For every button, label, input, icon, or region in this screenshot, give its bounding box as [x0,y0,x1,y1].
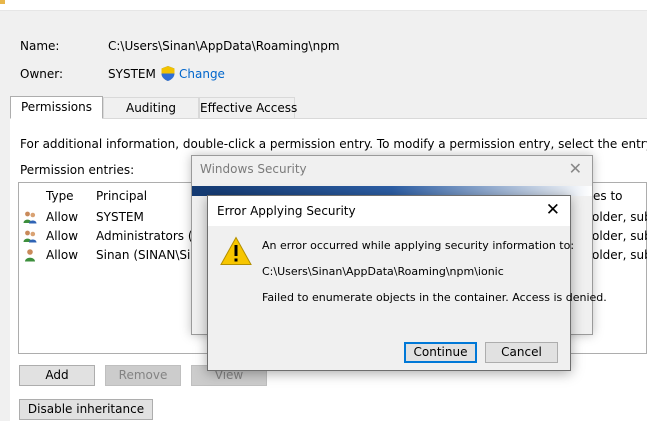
owner-label: Owner: [20,67,64,81]
column-header-applies-to[interactable]: es to [593,189,623,203]
close-icon[interactable]: ✕ [569,159,582,178]
tab-permissions[interactable]: Permissions [10,96,103,119]
tabs-divider [10,118,647,119]
row-principal: Administrators (SI [96,229,204,243]
user-icon [25,249,35,262]
error-dialog: Error Applying Security ✕ An error occur… [207,195,607,371]
add-button[interactable]: Add [19,365,95,386]
close-icon[interactable]: ✕ [546,200,560,220]
tab-auditing[interactable]: Auditing [103,97,199,118]
row-applies-to: older, subfo [592,229,647,243]
user-group-icon [23,230,37,243]
remove-button[interactable]: Remove [105,365,181,386]
user-group-icon [23,211,37,224]
row-type: Allow [46,248,79,262]
disable-inheritance-button[interactable]: Disable inheritance [19,399,153,420]
error-path: C:\Users\Sinan\AppData\Roaming\npm\ionic [262,265,504,278]
info-text: For additional information, double-click… [20,137,647,151]
column-header-type[interactable]: Type [46,189,74,203]
tab-effective-access[interactable]: Effective Access [199,97,297,118]
uac-shield-icon [161,66,175,81]
row-principal: SYSTEM [96,210,144,224]
row-type: Allow [46,229,79,243]
cancel-button[interactable]: Cancel [485,342,558,363]
continue-button[interactable]: Continue [404,342,477,363]
owner-value: SYSTEM [108,67,156,81]
warning-icon [220,236,252,265]
error-dialog-title: Error Applying Security [217,204,356,218]
name-label: Name: [20,39,60,53]
error-message-line1: An error occurred while applying securit… [262,239,575,252]
row-principal: Sinan (SINAN\Sina [96,248,206,262]
row-applies-to: older, subfo [592,248,647,262]
windows-security-title: Windows Security [200,162,307,176]
name-value: C:\Users\Sinan\AppData\Roaming\npm [108,39,340,53]
column-header-principal[interactable]: Principal [96,189,147,203]
row-applies-to: older, subfo [592,210,647,224]
permission-entries-label: Permission entries: [20,163,135,177]
row-type: Allow [46,210,79,224]
folder-icon [0,0,5,4]
error-message-line2: Failed to enumerate objects in the conta… [262,291,607,304]
window-top-strip [0,0,647,11]
change-owner-link[interactable]: Change [179,67,225,81]
